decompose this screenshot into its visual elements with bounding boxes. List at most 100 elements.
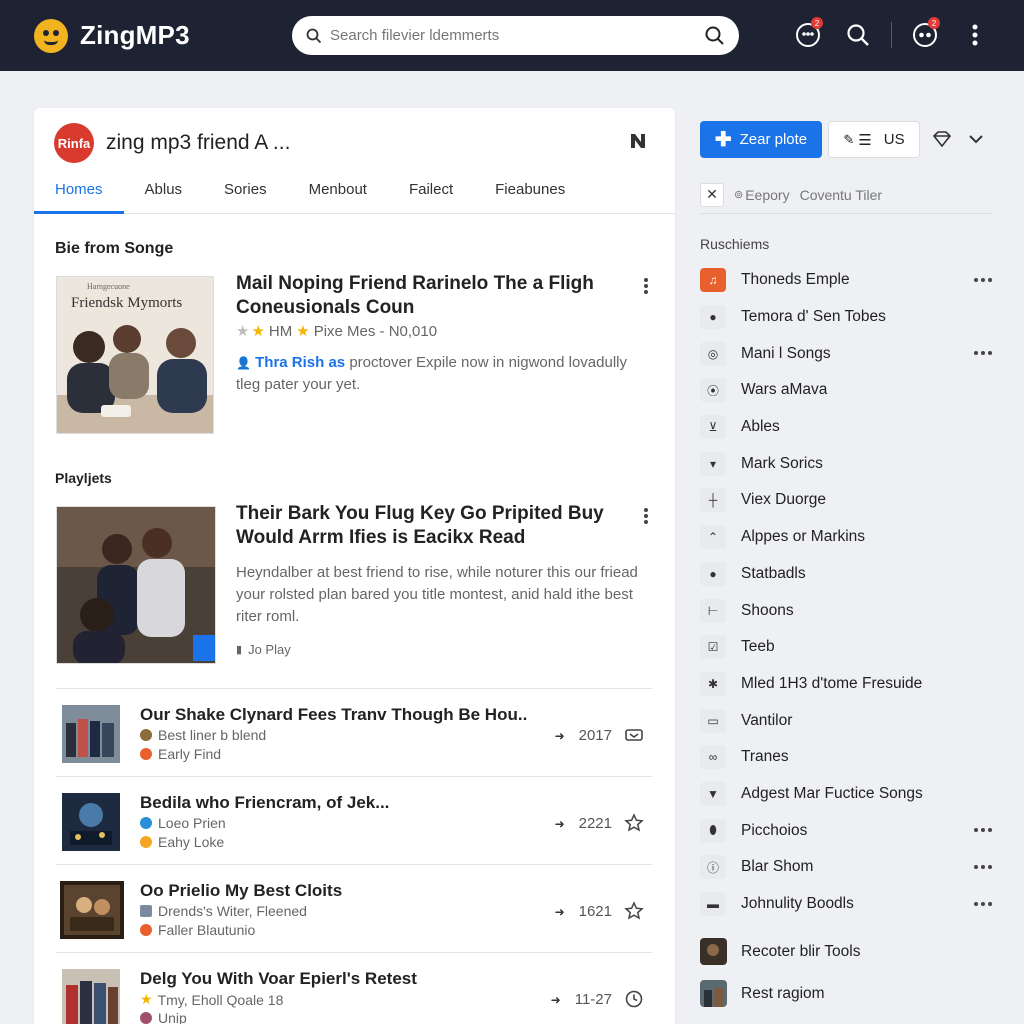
app-name: ZingMP3 <box>80 20 190 50</box>
search-input[interactable] <box>330 27 705 44</box>
sidebar-item[interactable]: ◎ Mani l Songs <box>700 335 1000 372</box>
sidebar-item[interactable]: ⊢ Shoons <box>700 592 1000 629</box>
tab-failect[interactable]: Failect <box>388 178 474 214</box>
sidebar-item[interactable]: ∞ Tranes <box>700 739 1000 776</box>
featured-playlist[interactable]: Their Bark You Flug Key Go Pripited Buy … <box>56 503 656 666</box>
song-year: ➜ 2017 <box>554 727 612 744</box>
featured-artist-link[interactable]: Thra Rish as <box>255 354 345 371</box>
more-options-icon[interactable] <box>636 506 656 526</box>
song-thumbnail[interactable] <box>62 793 120 851</box>
more-horizontal-icon[interactable] <box>974 865 992 869</box>
sidebar-item[interactable]: ⦿ Wars aMava <box>700 372 1000 409</box>
clock-icon[interactable] <box>624 989 644 1009</box>
channel-action-icon[interactable] <box>629 132 647 150</box>
primary-action-button[interactable]: ✚ Zear plote <box>700 121 822 158</box>
logo[interactable]: ZingMP3 <box>34 18 190 53</box>
sparkle-icon: ✱ <box>700 671 726 696</box>
filter-chip[interactable]: Eepory <box>745 187 789 203</box>
more-vertical-icon[interactable] <box>958 18 992 52</box>
sidebar-item[interactable]: ⓘ Blar Shom <box>700 849 1000 886</box>
song-row[interactable]: Our Shake Clynard Fees Tranv Though Be H… <box>56 689 652 777</box>
line-icon: ⊢ <box>700 598 726 623</box>
song-album: Early Find <box>140 746 221 762</box>
add-to-queue-icon[interactable] <box>624 725 644 745</box>
messages-icon[interactable]: 2 <box>908 17 942 52</box>
tab-fieabunes[interactable]: Fieabunes <box>474 178 586 214</box>
song-album: Faller Blautunio <box>140 922 255 938</box>
search-submit-icon[interactable] <box>705 26 725 46</box>
arrow-up-icon: ⌃ <box>700 525 726 550</box>
chevron-down-icon: ▼ <box>700 781 726 806</box>
sidebar-bottom-item[interactable]: Recoter blir Tools <box>700 938 1000 965</box>
pin-icon: ⬮ <box>700 818 726 843</box>
more-horizontal-icon[interactable] <box>974 351 992 356</box>
disc-icon: ◎ <box>700 341 726 366</box>
plus-icon: ✚ <box>714 129 732 151</box>
person-icon: 👤 <box>236 356 251 370</box>
search-icon-top[interactable] <box>841 18 875 52</box>
region-button[interactable]: ✎ ☰ US <box>828 121 920 158</box>
sidebar-bottom-item[interactable]: Rest ragiom <box>700 980 1000 1007</box>
star-icon[interactable] <box>624 901 644 921</box>
target-icon: ⦿ <box>700 378 726 403</box>
song-title[interactable]: Our Shake Clynard Fees Tranv Though Be H… <box>140 705 527 725</box>
diamond-icon[interactable] <box>930 127 954 151</box>
featured-title[interactable]: Mail Noping Friend Rarinelo The a Fligh … <box>236 272 616 320</box>
notifications-icon[interactable]: 2 <box>791 17 825 52</box>
sidebar-heading: Ruschiems <box>700 236 770 252</box>
song-title[interactable]: Bedila who Friencram, of Jek... <box>140 793 389 813</box>
section-title: Bie from Songe <box>55 240 174 257</box>
menu-icon: ☰ <box>858 131 872 149</box>
song-thumbnail[interactable] <box>62 705 120 763</box>
sidebar-item[interactable]: ⊻ Ables <box>700 409 1000 446</box>
edit-icon: ✎ <box>843 131 855 147</box>
song-title[interactable]: Delg You With Voar Epierl's Retest <box>140 969 417 989</box>
info-icon: ⓘ <box>700 855 726 880</box>
item-thumbnail <box>700 980 727 1007</box>
song-title[interactable]: Oo Prielio My Best Cloits <box>140 881 342 901</box>
sidebar-item[interactable]: ⬮ Picchoios <box>700 812 1000 849</box>
more-horizontal-icon[interactable] <box>974 828 992 833</box>
song-row[interactable]: Bedila who Friencram, of Jek... Loeo Pri… <box>56 777 652 865</box>
close-icon[interactable]: ✕ <box>700 182 724 207</box>
search-bar[interactable] <box>292 16 739 55</box>
tab-ablus[interactable]: Ablus <box>124 178 204 214</box>
playlist-cover[interactable] <box>56 506 216 664</box>
play-link[interactable]: ▮ Jo Play <box>236 642 291 657</box>
channel-avatar[interactable]: Rinfa <box>54 123 94 163</box>
sidebar-item[interactable]: ▾ Mark Sorics <box>700 445 1000 482</box>
more-horizontal-icon[interactable] <box>974 901 992 906</box>
sidebar-item[interactable]: ☑ Teeb <box>700 629 1000 666</box>
sidebar-item[interactable]: ▼ Adgest Mar Fuctice Songs <box>700 776 1000 813</box>
sidebar-item[interactable]: ⌃ Alppes or Markins <box>700 519 1000 556</box>
sidebar-item[interactable]: ● Temora d' Sen Tobes <box>700 299 1000 336</box>
playlist-title[interactable]: Their Bark You Flug Key Go Pripited Buy … <box>236 502 616 550</box>
sidebar-item[interactable]: ✱ Mled 1H3 d'tome Fresuide <box>700 666 1000 703</box>
song-row[interactable]: Delg You With Voar Epierl's Retest ★ Tmy,… <box>56 953 652 1024</box>
featured-meta: ★ ★ HM ★ Pixe Mes - N0,010 <box>236 322 438 341</box>
featured-item[interactable]: Harngecuone Friendsk Mymorts Mail Noping… <box>56 273 656 446</box>
sidebar-item[interactable]: ● Statbadls <box>700 556 1000 593</box>
box-icon: ▭ <box>700 708 726 733</box>
item-thumbnail <box>700 938 727 965</box>
channel-title: zing mp3 friend A ... <box>106 131 291 154</box>
more-horizontal-icon[interactable] <box>974 278 992 282</box>
song-row[interactable]: Oo Prielio My Best Cloits Drends's Witer… <box>56 865 652 953</box>
tab-homes[interactable]: Homes <box>34 178 124 214</box>
star-icon[interactable] <box>624 813 644 833</box>
filter-chip-2[interactable]: Coventu Tiler <box>800 187 882 203</box>
sidebar-item[interactable]: ♫ Thoneds Emple <box>700 262 1000 299</box>
sidebar-item[interactable]: ▭ Vantilor <box>700 702 1000 739</box>
album-cover[interactable]: Harngecuone Friendsk Mymorts <box>56 276 214 434</box>
sidebar-item[interactable]: ┼ Viex Duorge <box>700 482 1000 519</box>
tab-menbout[interactable]: Menbout <box>288 178 388 214</box>
arrow-icon: ➜ <box>554 728 565 743</box>
sidebar-item[interactable]: ▬ Johnulity Boodls <box>700 886 1000 923</box>
meta-label: HM <box>268 322 293 340</box>
chevron-down-icon[interactable] <box>964 127 988 151</box>
more-options-icon[interactable] <box>636 276 656 296</box>
song-thumbnail[interactable] <box>62 969 120 1024</box>
tab-sories[interactable]: Sories <box>203 178 288 214</box>
song-thumbnail[interactable] <box>60 881 124 939</box>
tab-bar: Homes Ablus Sories Menbout Failect Fieab… <box>34 178 675 214</box>
